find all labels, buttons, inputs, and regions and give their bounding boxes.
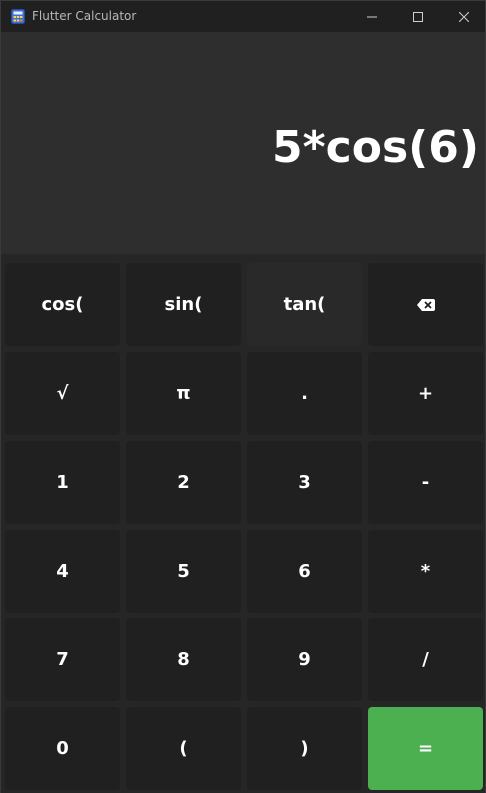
pi-button[interactable]: π	[126, 352, 241, 435]
minimize-button[interactable]	[349, 1, 395, 32]
close-button[interactable]	[441, 1, 486, 32]
digit-0-button[interactable]: 0	[5, 707, 120, 790]
digit-2-button[interactable]: 2	[126, 441, 241, 524]
open-paren-button[interactable]: (	[126, 707, 241, 790]
plus-button[interactable]: +	[368, 352, 483, 435]
sin-button[interactable]: sin(	[126, 263, 241, 346]
digit-1-button[interactable]: 1	[5, 441, 120, 524]
calculator-window: Flutter Calculator 5*cos(6) cos( sin( ta…	[0, 0, 486, 793]
maximize-icon	[413, 11, 423, 22]
digit-9-button[interactable]: 9	[247, 618, 362, 701]
sqrt-button[interactable]: √	[5, 352, 120, 435]
digit-7-button[interactable]: 7	[5, 618, 120, 701]
tan-button[interactable]: tan(	[247, 263, 362, 346]
expression-text: 5*cos(6)	[272, 122, 479, 173]
digit-8-button[interactable]: 8	[126, 618, 241, 701]
window-title: Flutter Calculator	[32, 9, 137, 23]
minus-button[interactable]: -	[368, 441, 483, 524]
cos-button[interactable]: cos(	[5, 263, 120, 346]
decimal-button[interactable]: .	[247, 352, 362, 435]
expression-display: 5*cos(6)	[1, 32, 485, 254]
digit-4-button[interactable]: 4	[5, 530, 120, 613]
minimize-icon	[367, 16, 377, 17]
divide-button[interactable]: /	[368, 618, 483, 701]
keypad: cos( sin( tan( √ π . + 1 2 3 - 4 5 6 * 7…	[1, 254, 485, 793]
close-icon	[459, 11, 469, 22]
digit-5-button[interactable]: 5	[126, 530, 241, 613]
equals-button[interactable]: =	[368, 707, 483, 790]
digit-6-button[interactable]: 6	[247, 530, 362, 613]
backspace-button[interactable]	[368, 263, 483, 346]
title-bar[interactable]: Flutter Calculator	[1, 1, 485, 32]
digit-3-button[interactable]: 3	[247, 441, 362, 524]
backspace-icon	[416, 298, 435, 311]
multiply-button[interactable]: *	[368, 530, 483, 613]
calculator-app-icon	[11, 9, 25, 24]
close-paren-button[interactable]: )	[247, 707, 362, 790]
maximize-button[interactable]	[395, 1, 441, 32]
